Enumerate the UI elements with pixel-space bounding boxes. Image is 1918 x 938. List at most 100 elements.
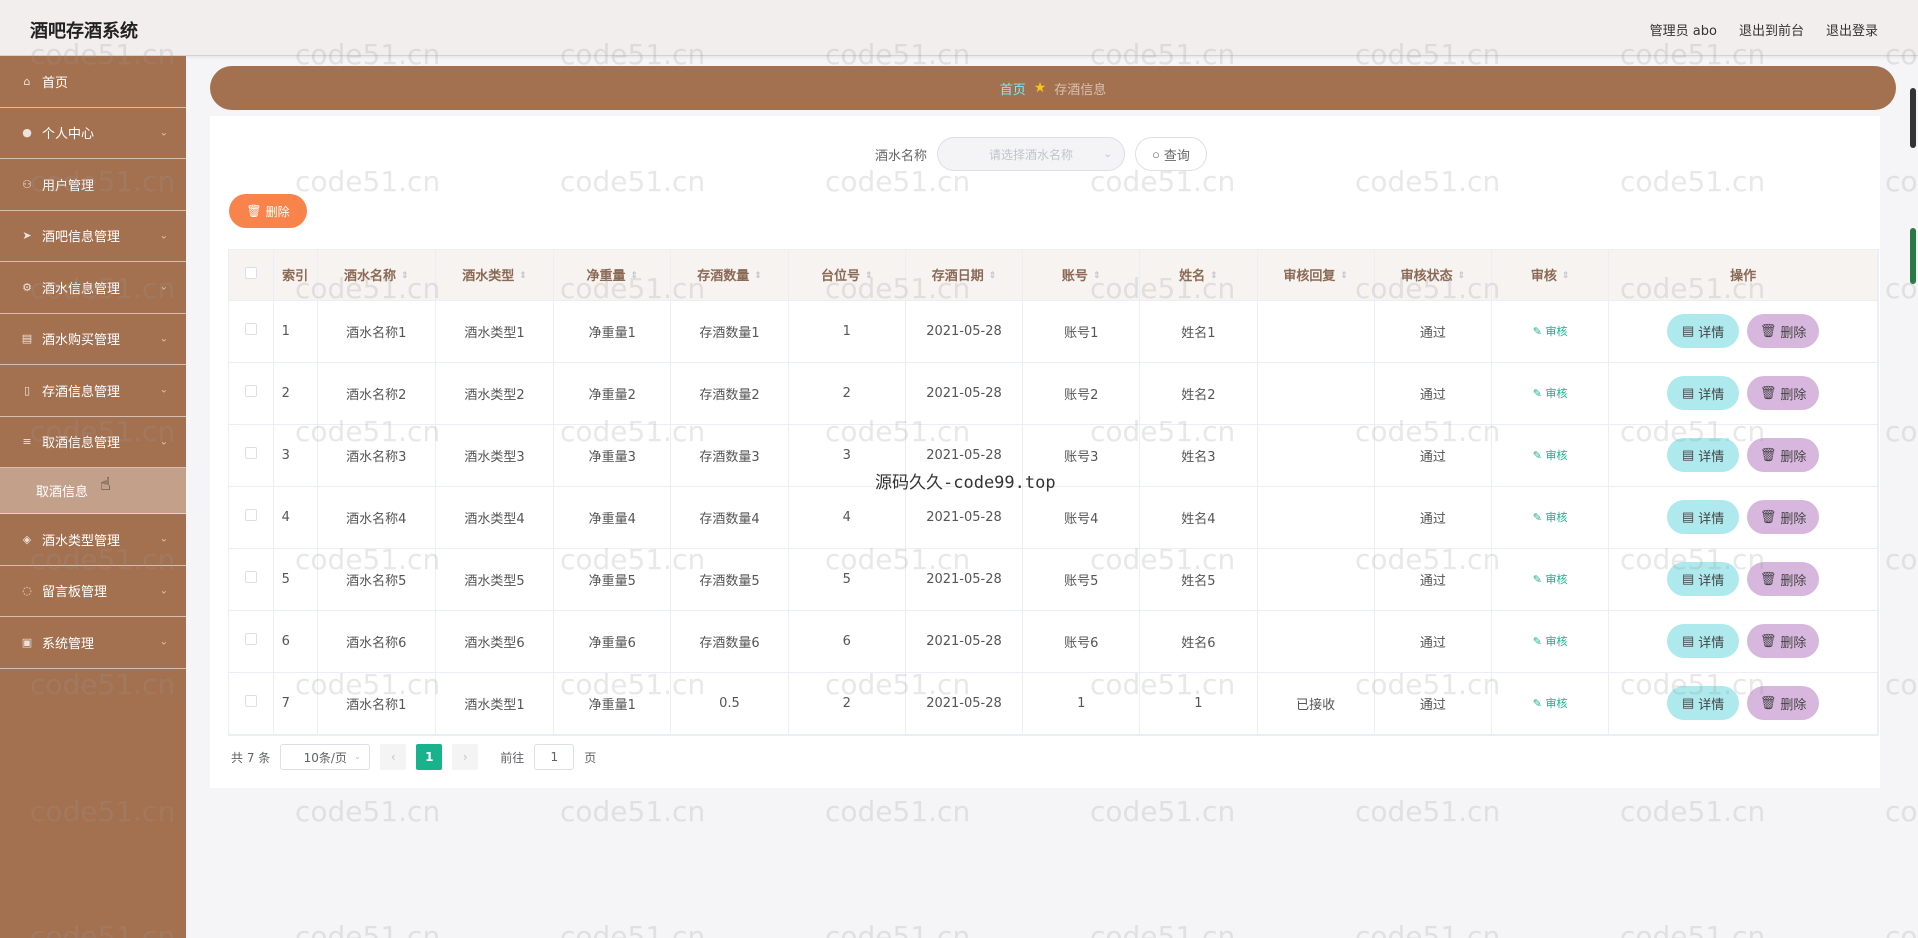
column-header-label: 姓名 bbox=[1179, 269, 1206, 285]
row-index: 2 bbox=[273, 362, 318, 425]
column-header[interactable]: 审核回复 ⇕ bbox=[1257, 250, 1375, 301]
cell-status: 通过 bbox=[1374, 362, 1493, 425]
cell-date: 2021-05-28 bbox=[905, 610, 1024, 673]
scrollbar-thumb[interactable] bbox=[1910, 228, 1916, 284]
row-delete-button[interactable]: 🗑 删除 bbox=[1747, 500, 1820, 534]
sidebar-item[interactable]: ≡ 取酒信息管理 ⌄ bbox=[0, 417, 186, 468]
sort-icon[interactable]: ⇕ bbox=[989, 272, 997, 281]
sort-icon[interactable]: ⇕ bbox=[631, 272, 639, 281]
column-header[interactable]: 账号 ⇕ bbox=[1022, 250, 1141, 301]
column-header[interactable]: 酒水类型 ⇕ bbox=[435, 250, 555, 301]
audit-link[interactable]: ✎ 审核 bbox=[1533, 573, 1568, 586]
column-header[interactable]: 净重量 ⇕ bbox=[553, 250, 672, 301]
watermark-text: code51.cn bbox=[825, 920, 971, 938]
scrollbar-thumb-top[interactable] bbox=[1910, 88, 1916, 148]
next-page-button[interactable]: › bbox=[452, 744, 479, 770]
cell-account: 账号1 bbox=[1022, 300, 1141, 363]
column-header[interactable]: 存酒数量 ⇕ bbox=[670, 250, 789, 301]
sort-icon[interactable]: ⇕ bbox=[1458, 272, 1466, 281]
bottle-icon: ▯ bbox=[23, 383, 31, 397]
bulk-delete-button[interactable]: 🗑 删除 bbox=[229, 194, 307, 228]
page-size-select[interactable]: 10条/页 ⌄ bbox=[280, 744, 371, 770]
breadcrumb-home[interactable]: 首页 bbox=[1000, 79, 1026, 98]
select-all-checkbox[interactable] bbox=[244, 266, 257, 279]
prev-page-button[interactable]: ‹ bbox=[380, 744, 407, 770]
sidebar-subitem-active[interactable]: 取酒信息 bbox=[0, 468, 186, 514]
detail-button[interactable]: ▤ 详情 bbox=[1667, 686, 1740, 720]
bulk-delete-label: 删除 bbox=[265, 204, 290, 219]
logout-link[interactable]: 退出登录 bbox=[1826, 20, 1878, 39]
query-button[interactable]: ○ 查询 bbox=[1135, 137, 1207, 171]
page-size-value: 10条/页 bbox=[303, 750, 347, 765]
detail-button[interactable]: ▤ 详情 bbox=[1667, 624, 1740, 658]
row-checkbox[interactable] bbox=[244, 571, 257, 583]
column-header[interactable]: 存酒日期 ⇕ bbox=[905, 250, 1024, 301]
row-checkbox[interactable] bbox=[244, 323, 257, 335]
row-index: 3 bbox=[273, 424, 318, 487]
audit-link[interactable]: ✎ 审核 bbox=[1533, 635, 1568, 648]
sidebar-item[interactable]: ⚙ 酒水信息管理 ⌄ bbox=[0, 262, 186, 314]
sidebar-item[interactable]: ➤ 酒吧信息管理 ⌄ bbox=[0, 211, 186, 262]
audit-link-label: 审核 bbox=[1545, 697, 1568, 710]
drink-name-select[interactable]: 请选择酒水名称 ⌄ bbox=[937, 137, 1126, 171]
sidebar-item[interactable]: ▯ 存酒信息管理 ⌄ bbox=[0, 365, 186, 417]
audit-link[interactable]: ✎ 审核 bbox=[1533, 325, 1568, 338]
page-number-button[interactable]: 1 bbox=[416, 744, 443, 770]
row-select-cell bbox=[229, 362, 274, 425]
row-checkbox[interactable] bbox=[244, 633, 257, 645]
cell-type: 酒水类型2 bbox=[435, 362, 555, 425]
cell-person: 姓名4 bbox=[1139, 486, 1258, 549]
detail-button[interactable]: ▤ 详情 bbox=[1667, 562, 1740, 596]
row-delete-button[interactable]: 🗑 删除 bbox=[1747, 624, 1820, 658]
audit-link[interactable]: ✎ 审核 bbox=[1533, 511, 1568, 524]
row-delete-button[interactable]: 🗑 删除 bbox=[1747, 376, 1820, 410]
sidebar-item[interactable]: ▤ 酒水购买管理 ⌄ bbox=[0, 314, 186, 365]
mouse-cursor-icon: ☝ bbox=[100, 474, 111, 495]
audit-link[interactable]: ✎ 审核 bbox=[1533, 449, 1568, 462]
row-checkbox[interactable] bbox=[244, 385, 257, 397]
sidebar-item[interactable]: ⌂ 首页 bbox=[0, 56, 186, 108]
cell-weight: 净重量5 bbox=[553, 548, 672, 611]
sort-icon[interactable]: ⇕ bbox=[1093, 272, 1101, 281]
sort-icon[interactable]: ⇕ bbox=[1562, 272, 1570, 281]
row-delete-button[interactable]: 🗑 删除 bbox=[1747, 686, 1820, 720]
sidebar-item[interactable]: ◌ 留言板管理 ⌄ bbox=[0, 566, 186, 617]
row-delete-button[interactable]: 🗑 删除 bbox=[1747, 438, 1820, 472]
column-header[interactable]: 台位号 ⇕ bbox=[788, 250, 906, 301]
row-checkbox[interactable] bbox=[244, 447, 257, 459]
sidebar-item[interactable]: ◈ 酒水类型管理 ⌄ bbox=[0, 514, 186, 566]
edit-icon: ✎ bbox=[1532, 511, 1546, 524]
detail-button[interactable]: ▤ 详情 bbox=[1667, 376, 1740, 410]
audit-link[interactable]: ✎ 审核 bbox=[1533, 387, 1568, 400]
front-link[interactable]: 退出到前台 bbox=[1739, 20, 1804, 39]
chevron-down-icon: ⌄ bbox=[159, 585, 168, 597]
cell-name: 酒水名称1 bbox=[317, 300, 436, 363]
detail-button[interactable]: ▤ 详情 bbox=[1667, 314, 1740, 348]
sidebar-item[interactable]: ⚇ 用户管理 bbox=[0, 159, 186, 211]
row-delete-button[interactable]: 🗑 删除 bbox=[1747, 562, 1820, 596]
sort-icon[interactable]: ⇕ bbox=[401, 272, 409, 281]
trash-icon: 🗑 bbox=[1759, 447, 1777, 462]
column-header[interactable]: 审核状态 ⇕ bbox=[1374, 250, 1493, 301]
sidebar-item[interactable]: ● 个人中心 ⌄ bbox=[0, 108, 186, 159]
sort-icon[interactable]: ⇕ bbox=[1210, 272, 1218, 281]
goto-page-input[interactable]: 1 bbox=[534, 744, 575, 770]
watermark-text: code51.cn bbox=[560, 795, 706, 828]
cell-table: 5 bbox=[788, 548, 906, 611]
trash-icon: 🗑 bbox=[246, 204, 262, 218]
column-header[interactable]: 姓名 ⇕ bbox=[1139, 250, 1258, 301]
audit-link[interactable]: ✎ 审核 bbox=[1533, 697, 1568, 710]
column-header[interactable]: 审核 ⇕ bbox=[1491, 250, 1610, 301]
detail-button[interactable]: ▤ 详情 bbox=[1667, 500, 1740, 534]
row-checkbox[interactable] bbox=[244, 509, 257, 521]
row-delete-button[interactable]: 🗑 删除 bbox=[1747, 314, 1820, 348]
sort-icon[interactable]: ⇕ bbox=[754, 272, 762, 281]
row-checkbox[interactable] bbox=[244, 695, 257, 707]
sort-icon[interactable]: ⇕ bbox=[1340, 272, 1348, 281]
document-icon: ▤ bbox=[1681, 571, 1695, 586]
sidebar-item[interactable]: ▣ 系统管理 ⌄ bbox=[0, 617, 186, 669]
sort-icon[interactable]: ⇕ bbox=[519, 272, 527, 281]
sort-icon[interactable]: ⇕ bbox=[865, 272, 873, 281]
detail-button[interactable]: ▤ 详情 bbox=[1667, 438, 1740, 472]
column-header[interactable]: 酒水名称 ⇕ bbox=[317, 250, 436, 301]
